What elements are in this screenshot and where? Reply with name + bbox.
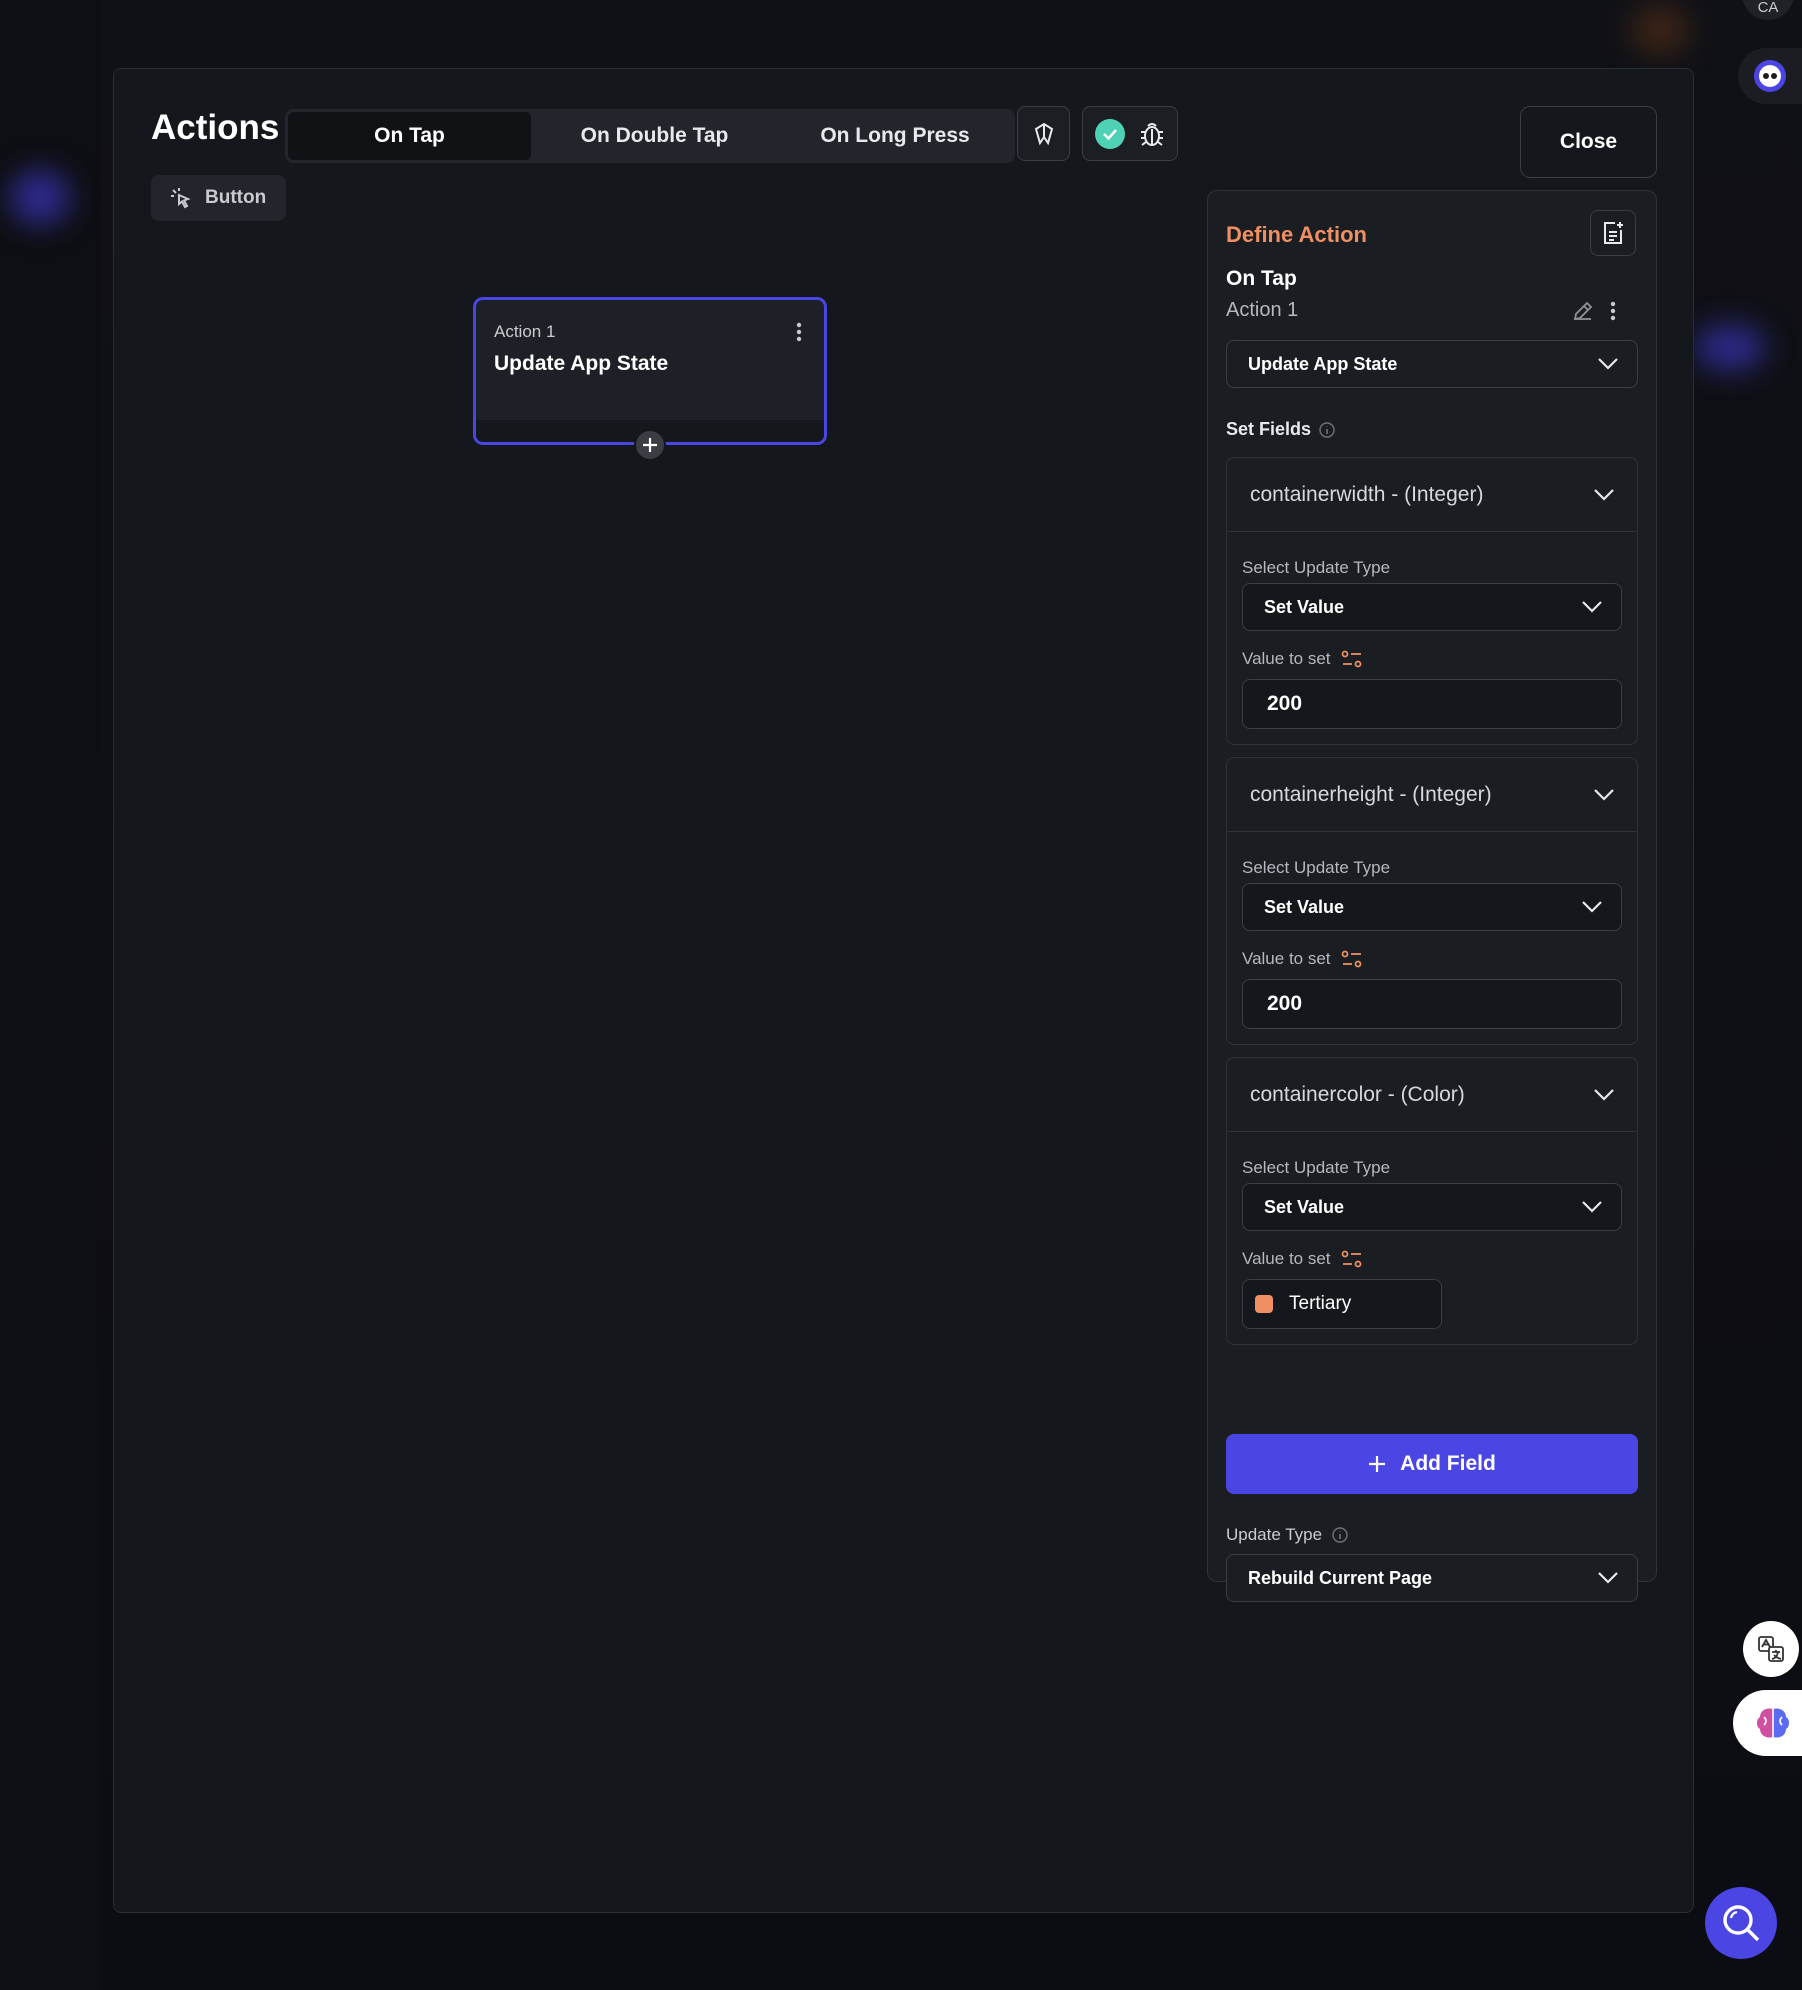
edit-pencil-icon[interactable] — [1571, 299, 1595, 323]
more-vertical-icon[interactable] — [1610, 301, 1616, 321]
debug-toolbar[interactable] — [1082, 106, 1178, 161]
update-type-section-label: Update Type — [1226, 1525, 1348, 1545]
action-type-select[interactable]: Update App State — [1226, 340, 1638, 388]
chevron-down-icon — [1594, 788, 1614, 801]
field-header-label: containerwidth - (Integer) — [1250, 482, 1484, 506]
panel-action-name: Action 1 — [1226, 299, 1299, 321]
translate-button[interactable] — [1743, 1621, 1799, 1677]
set-fields-label: Set Fields — [1226, 419, 1335, 440]
tab-on-tap[interactable]: On Tap — [288, 112, 531, 160]
assistant-icon[interactable] — [1738, 48, 1802, 104]
widget-chip[interactable]: Button — [151, 175, 286, 221]
update-type-label: Select Update Type — [1242, 858, 1391, 877]
panel-title: Define Action — [1226, 222, 1367, 247]
value-to-set-text: Value to set — [1242, 949, 1331, 968]
background-blur-3 — [1630, 5, 1690, 55]
plus-icon — [643, 438, 657, 452]
field-header-label: containercolor - (Color) — [1250, 1082, 1465, 1106]
field-card-containerheight: containerheight - (Integer) Select Updat… — [1226, 757, 1638, 1045]
chevron-down-icon — [1594, 1088, 1614, 1101]
update-type-select[interactable]: Set Value — [1242, 1183, 1622, 1231]
background-blur-2 — [1695, 325, 1765, 370]
plus-icon — [1369, 1456, 1386, 1472]
add-action-button[interactable] — [634, 429, 666, 461]
variable-icon[interactable] — [1341, 949, 1363, 969]
update-type-select[interactable]: Set Value — [1242, 583, 1622, 631]
field-card-containerwidth: containerwidth - (Integer) Select Update… — [1226, 457, 1638, 745]
actions-modal: Actions On Tap On Double Tap On Long Pre… — [113, 68, 1694, 1913]
translate-icon — [1758, 1636, 1784, 1662]
check-circle-icon — [1095, 118, 1125, 149]
update-type-select[interactable]: Set Value — [1242, 883, 1622, 931]
search-icon — [1723, 1905, 1760, 1942]
brain-icon — [1757, 1708, 1789, 1738]
background-blur-1 — [10, 170, 70, 225]
value-to-set-label: Value to set — [1242, 649, 1363, 669]
add-note-button[interactable] — [1590, 210, 1636, 256]
panel-trigger: On Tap — [1226, 267, 1297, 290]
update-type-label: Select Update Type — [1242, 558, 1391, 577]
info-icon — [1332, 1527, 1348, 1543]
chevron-down-icon — [1594, 488, 1614, 501]
set-fields-text: Set Fields — [1226, 419, 1312, 439]
avatar-initials: CA — [1757, 0, 1779, 16]
bug-icon — [1141, 122, 1163, 146]
sparkle-icon — [1034, 122, 1053, 145]
chevron-down-icon — [1582, 1201, 1602, 1213]
color-swatch — [1255, 1295, 1273, 1313]
tab-on-double-tap[interactable]: On Double Tap — [531, 112, 778, 160]
chevron-down-icon — [1582, 601, 1602, 613]
update-type-label: Select Update Type — [1242, 1158, 1391, 1177]
tap-pointer-icon — [171, 188, 191, 209]
tab-on-long-press[interactable]: On Long Press — [778, 112, 1012, 160]
ai-brain-button[interactable] — [1733, 1690, 1802, 1756]
update-type-section-text: Update Type — [1226, 1525, 1323, 1544]
add-field-label: Add Field — [1400, 1452, 1496, 1475]
rebuild-type-select[interactable]: Rebuild Current Page — [1226, 1554, 1638, 1602]
variable-icon[interactable] — [1341, 1249, 1363, 1269]
trigger-tabs: On Tap On Double Tap On Long Press — [285, 109, 1015, 163]
add-field-button[interactable]: Add Field — [1226, 1434, 1638, 1494]
info-icon — [1319, 421, 1335, 438]
modal-title: Actions — [151, 108, 280, 147]
color-value-picker[interactable]: Tertiary — [1242, 1279, 1442, 1329]
action-card-label: Action 1 — [494, 322, 556, 341]
update-type-value: Set Value — [1264, 1196, 1345, 1217]
chevron-down-icon — [1598, 358, 1618, 370]
value-input[interactable]: 200 — [1242, 679, 1622, 729]
define-action-panel: Define Action On Tap Action 1 Update App… — [1207, 190, 1657, 1602]
search-fab-button[interactable] — [1705, 1887, 1777, 1959]
note-add-icon — [1604, 222, 1623, 244]
chevron-down-icon — [1598, 1572, 1618, 1584]
field-header[interactable]: containerheight - (Integer) — [1227, 758, 1637, 832]
field-header[interactable]: containerwidth - (Integer) — [1227, 458, 1637, 532]
action-node-card[interactable]: Action 1 Update App State — [473, 297, 827, 461]
action-type-value: Update App State — [1248, 353, 1398, 374]
widget-chip-label: Button — [205, 187, 267, 208]
value-input[interactable]: 200 — [1242, 979, 1622, 1029]
background-sidebar — [0, 0, 100, 1990]
color-value-label: Tertiary — [1289, 1293, 1352, 1314]
update-type-value: Set Value — [1264, 896, 1345, 917]
rebuild-type-value: Rebuild Current Page — [1248, 1567, 1433, 1588]
update-type-value: Set Value — [1264, 596, 1345, 617]
field-card-containercolor: containercolor - (Color) Select Update T… — [1226, 1057, 1638, 1345]
field-header-label: containerheight - (Integer) — [1250, 782, 1492, 806]
ai-action-button[interactable] — [1017, 106, 1070, 161]
more-vertical-icon[interactable] — [796, 322, 802, 342]
action-card-name: Update App State — [494, 352, 669, 375]
chevron-down-icon — [1582, 901, 1602, 913]
value-to-set-text: Value to set — [1242, 1249, 1331, 1268]
value-to-set-text: Value to set — [1242, 649, 1331, 668]
value-to-set-label: Value to set — [1242, 949, 1363, 969]
close-button[interactable]: Close — [1520, 106, 1657, 178]
variable-icon[interactable] — [1341, 649, 1363, 669]
value-to-set-label: Value to set — [1242, 1249, 1363, 1269]
field-header[interactable]: containercolor - (Color) — [1227, 1058, 1637, 1132]
